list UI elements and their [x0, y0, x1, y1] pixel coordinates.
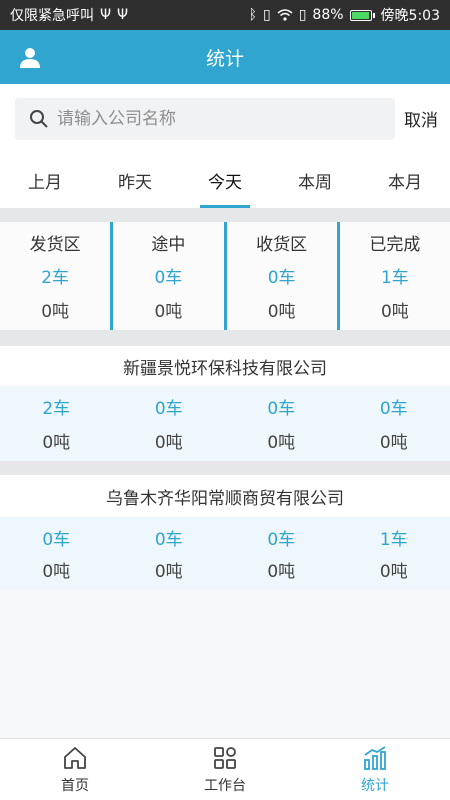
stat-tons: 0吨	[267, 562, 296, 583]
app-header: 统计	[0, 30, 450, 84]
summary-tons: 0吨	[154, 301, 183, 322]
clock: 傍晚5:03	[380, 8, 440, 24]
nav-workbench[interactable]: 工作台	[150, 739, 300, 800]
stat-tons: 0吨	[154, 432, 183, 453]
user-icon[interactable]	[18, 45, 42, 69]
company-name: 新疆景悦环保科技有限公司	[0, 346, 450, 386]
company-stat: 0车 0吨	[113, 517, 226, 590]
stat-cars: 0车	[379, 399, 408, 420]
company-stats: 2车 0吨 0车 0吨 0车 0吨 0车 0吨	[0, 386, 450, 461]
sim-icon: ▯	[298, 7, 307, 23]
nav-label: 统计	[361, 777, 389, 794]
status-left: 仅限紧急呼叫 Ψ Ψ	[10, 5, 128, 25]
search-icon	[30, 110, 48, 128]
summary-panel: 发货区 2车 0吨 途中 0车 0吨 收货区 0车 0吨 已完成 1车 0吨	[0, 222, 450, 330]
summary-label: 已完成	[369, 235, 421, 256]
carrier-text: 仅限紧急呼叫	[10, 8, 94, 24]
vibrate-icon: ▯	[262, 7, 271, 23]
battery-percent: 88%	[312, 7, 344, 23]
stat-tons: 0吨	[379, 562, 408, 583]
section-gap	[0, 461, 450, 475]
stat-cars: 0车	[267, 529, 296, 550]
company-stat: 0车 0吨	[225, 517, 338, 590]
wifi-icon	[277, 9, 293, 21]
search-area: 取消	[0, 84, 450, 154]
stat-tons: 0吨	[42, 432, 71, 453]
summary-tons: 0吨	[380, 301, 409, 322]
stats-icon	[364, 745, 386, 770]
company-stat: 0车 0吨	[0, 517, 113, 590]
search-input[interactable]	[57, 109, 387, 129]
nav-label: 工作台	[204, 777, 246, 794]
stat-tons: 0吨	[379, 432, 408, 453]
period-tabs: 上月 昨天 今天 本周 本月	[0, 154, 450, 208]
stat-tons: 0吨	[154, 562, 183, 583]
tab-yesterday[interactable]: 昨天	[90, 154, 180, 208]
summary-cars: 0车	[154, 268, 183, 289]
battery-icon	[349, 9, 375, 21]
status-bar: 仅限紧急呼叫 Ψ Ψ ᛒ ▯ ▯ 88% 傍晚5:03	[0, 0, 450, 30]
company-stat: 1车 0吨	[338, 517, 450, 590]
summary-tons: 0吨	[267, 301, 296, 322]
stat-cars: 0车	[267, 399, 296, 420]
grid-icon	[214, 746, 236, 769]
stat-cars: 2车	[42, 399, 71, 420]
section-gap	[0, 330, 450, 346]
home-icon	[64, 746, 86, 769]
company-card[interactable]: 新疆景悦环保科技有限公司 2车 0吨 0车 0吨 0车 0吨 0车 0吨	[0, 346, 450, 461]
bottom-nav: 首页 工作台 统计	[0, 738, 450, 800]
page-title: 统计	[205, 47, 244, 70]
company-stats: 0车 0吨 0车 0吨 0车 0吨 1车 0吨	[0, 517, 450, 590]
tab-last-month[interactable]: 上月	[0, 154, 90, 208]
company-stat: 0车 0吨	[225, 386, 338, 461]
summary-label: 收货区	[256, 235, 308, 256]
cancel-button[interactable]: 取消	[404, 106, 438, 131]
company-name: 乌鲁木齐华阳常顺商贸有限公司	[0, 475, 450, 517]
company-stat: 2车 0吨	[0, 386, 113, 461]
search-box[interactable]	[15, 98, 395, 140]
bluetooth-icon: ᛒ	[248, 7, 257, 23]
nav-stats[interactable]: 统计	[300, 739, 450, 800]
usb-debug-icon: Ψ	[117, 7, 129, 23]
battery-fill	[351, 11, 370, 19]
nav-label: 首页	[61, 777, 89, 794]
stat-cars: 0车	[154, 529, 183, 550]
tab-this-month[interactable]: 本月	[360, 154, 450, 208]
company-card[interactable]: 乌鲁木齐华阳常顺商贸有限公司 0车 0吨 0车 0吨 0车 0吨 1车 0吨	[0, 475, 450, 590]
stat-cars: 0车	[42, 529, 71, 550]
summary-in-transit[interactable]: 途中 0车 0吨	[113, 222, 223, 330]
tab-today[interactable]: 今天	[180, 154, 270, 208]
summary-cars: 1车	[380, 268, 409, 289]
usb-icon: Ψ	[100, 7, 112, 23]
summary-label: 途中	[151, 235, 186, 256]
summary-cars: 0车	[267, 268, 296, 289]
stat-tons: 0吨	[42, 562, 71, 583]
company-stat: 0车 0吨	[113, 386, 226, 461]
status-right: ᛒ ▯ ▯ 88% 傍晚5:03	[249, 5, 440, 25]
tab-this-week[interactable]: 本周	[270, 154, 360, 208]
company-stat: 0车 0吨	[338, 386, 450, 461]
summary-shipping[interactable]: 发货区 2车 0吨	[0, 222, 110, 330]
stat-tons: 0吨	[267, 432, 296, 453]
section-gap	[0, 208, 450, 222]
summary-label: 发货区	[29, 235, 81, 256]
summary-completed[interactable]: 已完成 1车 0吨	[340, 222, 450, 330]
summary-receiving[interactable]: 收货区 0车 0吨	[227, 222, 337, 330]
nav-home[interactable]: 首页	[0, 739, 150, 800]
stat-cars: 0车	[154, 399, 183, 420]
stat-cars: 1车	[379, 529, 408, 550]
summary-cars: 2车	[41, 268, 70, 289]
summary-tons: 0吨	[41, 301, 70, 322]
